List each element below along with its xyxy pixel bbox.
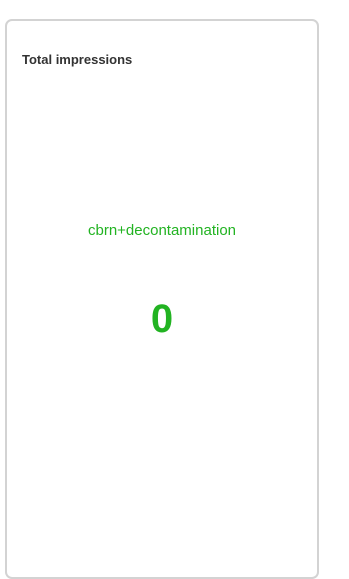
metric-label: cbrn+decontamination [87, 222, 236, 239]
metric-value: 0 [150, 297, 174, 341]
card-title: Total impressions [22, 52, 133, 67]
total-impressions-card: Total impressions cbrn+decontamination 0 [5, 19, 319, 579]
